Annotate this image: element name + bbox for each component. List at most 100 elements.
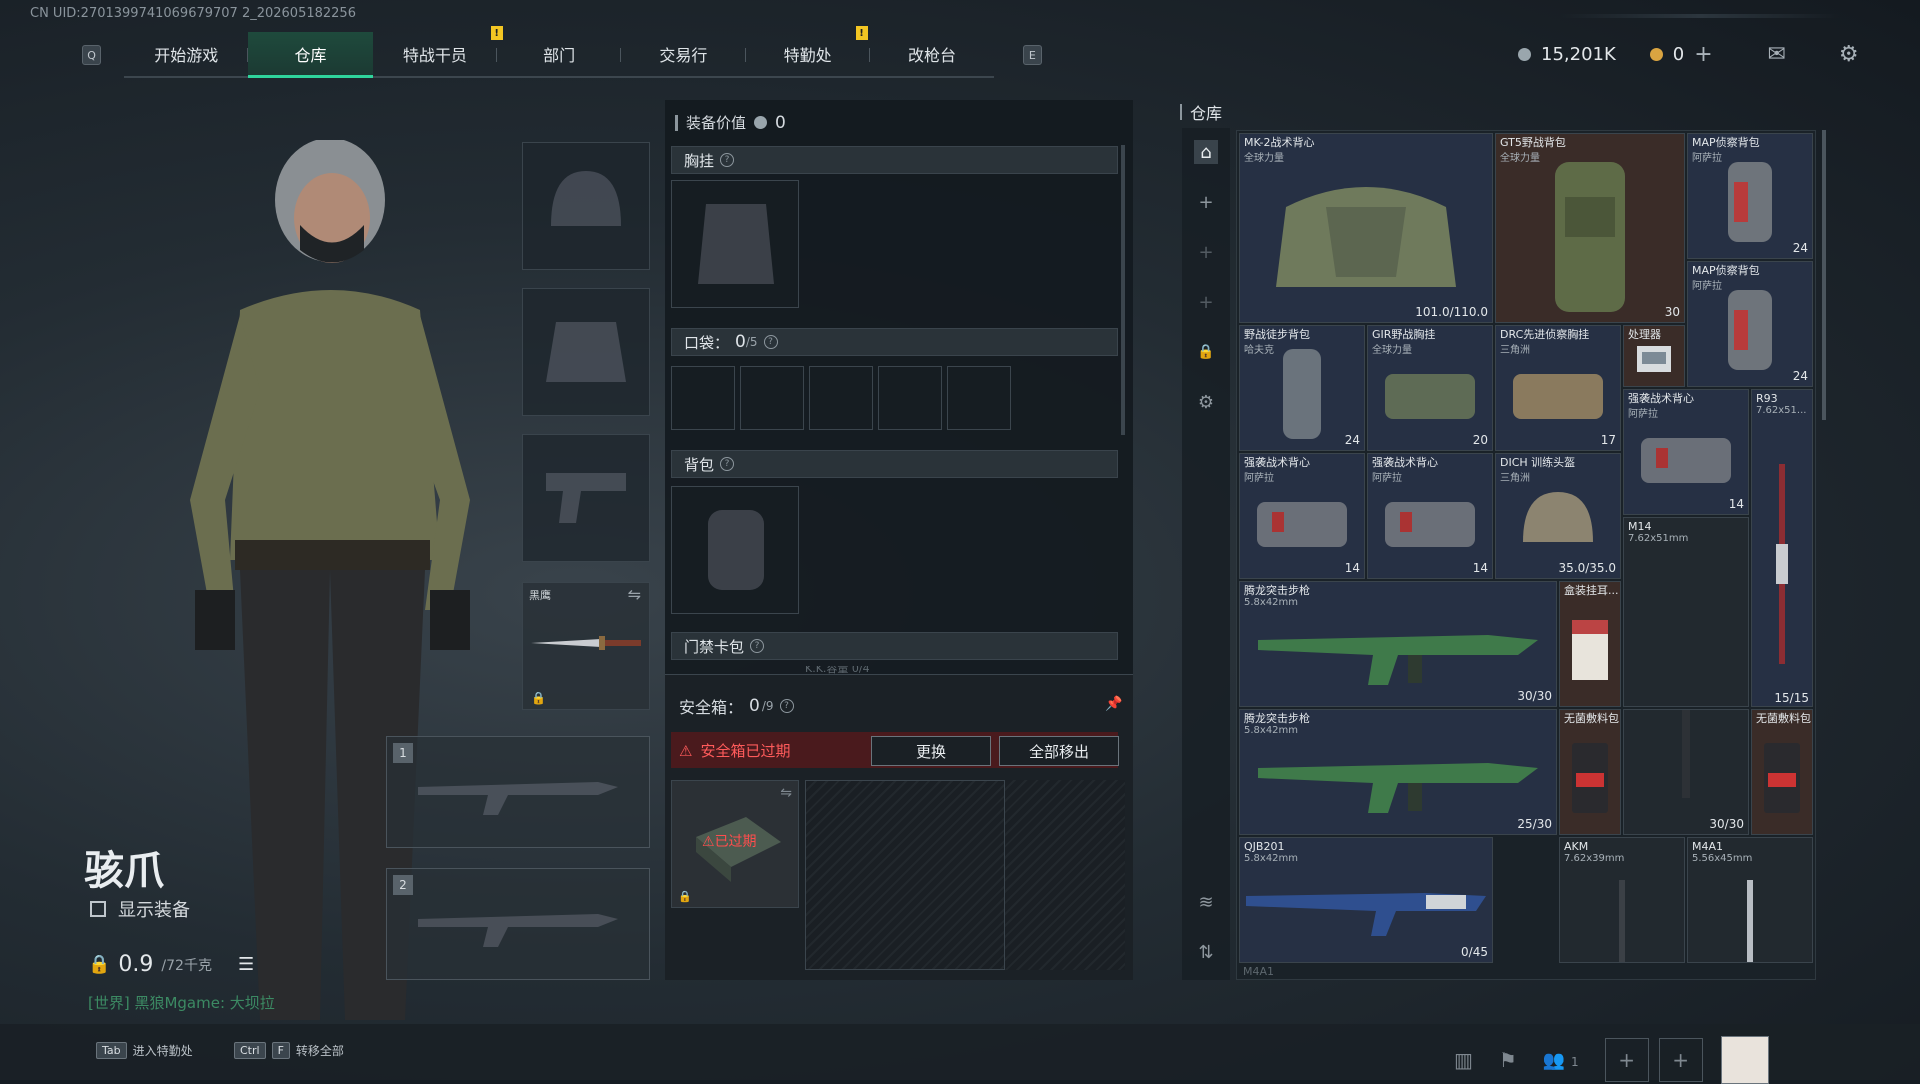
avatar[interactable] xyxy=(1720,1036,1769,1084)
pin-icon[interactable]: 📌 xyxy=(1105,696,1122,712)
backpack-slot[interactable] xyxy=(671,486,799,614)
pistol-slot[interactable] xyxy=(522,434,650,562)
alert-icon: ! xyxy=(855,26,868,40)
stats-icon[interactable]: ▥ xyxy=(1454,1048,1473,1072)
warehouse-item[interactable]: MAP侦察背包 阿萨拉 24 xyxy=(1687,261,1813,387)
world-chat-line[interactable]: [世界] 黑狼Mgame: 大坝拉 xyxy=(88,992,275,1013)
warehouse-item[interactable]: 无菌敷料包 xyxy=(1559,709,1621,835)
pocket-slot[interactable] xyxy=(878,366,942,430)
show-equipment-toggle[interactable]: 显示装备 xyxy=(90,896,190,922)
armor-slot[interactable] xyxy=(522,288,650,416)
pocket-slot[interactable] xyxy=(671,366,735,430)
warehouse-item[interactable]: M14 7.62x51mm xyxy=(1623,517,1749,707)
bar-marker xyxy=(1180,104,1182,120)
flag-icon[interactable]: ⚑ xyxy=(1499,1048,1517,1072)
help-icon[interactable]: ? xyxy=(720,153,735,167)
item-faction: 全球力量 xyxy=(1500,153,1540,164)
tab-hint[interactable]: Tab 进入特勤处 xyxy=(96,1042,193,1059)
help-icon[interactable]: ? xyxy=(720,457,735,471)
replace-button[interactable]: 更换 xyxy=(871,736,991,766)
warehouse-item[interactable]: M4A1 5.56x45mm xyxy=(1687,837,1813,963)
add-page-icon[interactable]: + xyxy=(1194,190,1218,214)
add-currency-button[interactable]: + xyxy=(1694,42,1712,67)
help-icon[interactable]: ? xyxy=(763,335,778,349)
chest-rig-slot[interactable] xyxy=(671,180,799,308)
home-icon[interactable]: ⌂ xyxy=(1194,140,1218,164)
add-slot-button[interactable]: + xyxy=(1658,1038,1703,1082)
tab-market[interactable]: 交易行 xyxy=(621,32,746,78)
warehouse-item[interactable]: 腾龙突击步枪 5.8x42mm 25/30 xyxy=(1239,709,1557,835)
warehouse-item[interactable]: 强袭战术背心 阿萨拉 14 xyxy=(1367,453,1493,579)
warehouse-item[interactable]: 野战徒步背包 哈夫克 24 xyxy=(1239,325,1365,451)
warehouse-item[interactable]: DRC先进侦察胸挂 三角洲 17 xyxy=(1495,325,1621,451)
helmet-icon xyxy=(551,171,621,226)
sort-icon[interactable]: ⇅ xyxy=(1194,940,1218,964)
pocket-slot[interactable] xyxy=(809,366,873,430)
warehouse-item[interactable]: 强袭战术背心 阿萨拉 14 xyxy=(1239,453,1365,579)
warehouse-item[interactable]: MK-2战术背心 全球力量 101.0/110.0 xyxy=(1239,133,1493,323)
tab-special-ops[interactable]: ! 特勤处 xyxy=(745,26,870,78)
assault-rifle-icon xyxy=(1258,635,1538,686)
coin-icon xyxy=(754,116,768,129)
warehouse-item[interactable]: AKM 7.62x39mm xyxy=(1559,837,1685,963)
add-page-icon[interactable]: + xyxy=(1194,290,1218,314)
warehouse-item[interactable]: 腾龙突击步枪 5.8x42mm 30/30 xyxy=(1239,581,1557,707)
helmet-slot[interactable] xyxy=(522,142,650,270)
move-all-button[interactable]: 全部移出 xyxy=(999,736,1119,766)
item-name: AKM xyxy=(1564,840,1589,853)
checkbox[interactable] xyxy=(90,901,106,917)
layers-icon[interactable]: ≋ xyxy=(1194,890,1218,914)
safe-box-item[interactable]: ⚠已过期 ⇋ 🔒 xyxy=(671,780,799,908)
item-caliber: 7.62x51... xyxy=(1756,405,1807,416)
tab-label: 仓库 xyxy=(294,45,327,65)
lock-icon[interactable]: 🔒 xyxy=(1194,340,1218,364)
warehouse-item[interactable]: R93 7.62x51... xyxy=(1751,389,1813,707)
warehouse-item[interactable]: 30/30 xyxy=(1623,709,1749,835)
add-slot-button[interactable]: + xyxy=(1604,1038,1649,1082)
list-icon[interactable]: ☰ xyxy=(238,954,254,975)
vest-icon xyxy=(1641,438,1731,484)
primary-weapon-slot[interactable]: 1 xyxy=(386,736,650,848)
secondary-weapon-slot[interactable]: 2 xyxy=(386,868,650,980)
loadout-scrollbar[interactable] xyxy=(1121,145,1125,435)
operator-name: 骇爪 xyxy=(84,848,164,894)
gear-icon[interactable]: ⚙ xyxy=(1194,390,1218,414)
tab-next-key[interactable]: E xyxy=(1022,45,1042,65)
melee-label: 黑鹰 xyxy=(529,589,551,602)
warehouse-item[interactable]: 盒装挂耳... xyxy=(1559,581,1621,707)
warehouse-grid: MK-2战术背心 全球力量 101.0/110.0 GT5野战背包 全球力量 3… xyxy=(1236,130,1816,980)
gear-icon[interactable]: ⚙ xyxy=(1835,40,1863,68)
safe-box-grid[interactable] xyxy=(805,780,1005,970)
tab-department[interactable]: 部门 xyxy=(496,32,622,78)
warehouse-item[interactable]: GIR野战胸挂 全球力量 20 xyxy=(1367,325,1493,451)
tab-operators[interactable]: ! 特战干员 xyxy=(372,26,503,78)
pocket-slot[interactable] xyxy=(740,366,804,430)
tab-label: 特战干员 xyxy=(402,46,467,65)
add-page-icon[interactable]: + xyxy=(1194,240,1218,264)
pocket-slot[interactable] xyxy=(947,366,1011,430)
warehouse-item[interactable]: DICH 训练头盔 三角洲 35.0/35.0 xyxy=(1495,453,1621,579)
swap-icon[interactable]: ⇋ xyxy=(780,785,792,801)
warehouse-scrollbar[interactable] xyxy=(1822,130,1826,420)
swap-icon[interactable]: ⇋ xyxy=(628,585,641,604)
melee-slot[interactable]: 黑鹰 ⇋ 🔒 xyxy=(522,582,650,710)
friends-icon[interactable]: 👥 1 xyxy=(1543,1050,1579,1071)
tab-warehouse[interactable]: 仓库 xyxy=(248,32,373,78)
tab-start-game[interactable]: 开始游戏 xyxy=(124,32,249,78)
warehouse-item[interactable]: QJB201 5.8x42mm 0/45 xyxy=(1239,837,1493,963)
help-icon[interactable]: ? xyxy=(779,699,794,713)
mail-icon[interactable]: ✉ xyxy=(1763,40,1791,68)
warehouse-item[interactable]: 强袭战术背心 阿萨拉 14 xyxy=(1623,389,1749,515)
lock-icon: 🔒 xyxy=(531,691,546,705)
warehouse-item[interactable]: GT5野战背包 全球力量 30 xyxy=(1495,133,1685,323)
warehouse-item[interactable]: 无菌敷料包 xyxy=(1751,709,1813,835)
safe-max: /9 xyxy=(761,699,774,713)
warehouse-item[interactable]: MAP侦察背包 阿萨拉 24 xyxy=(1687,133,1813,259)
help-icon[interactable]: ? xyxy=(750,639,765,653)
warehouse-item[interactable]: 处理器 xyxy=(1623,325,1685,387)
tab-gunsmith[interactable]: 改枪台 xyxy=(869,32,995,78)
transfer-all-hint[interactable]: Ctrl F 转移全部 xyxy=(234,1042,344,1059)
item-count: 14 xyxy=(1472,561,1488,575)
vest-icon xyxy=(698,204,774,284)
tab-prev-key[interactable]: Q xyxy=(82,45,102,65)
